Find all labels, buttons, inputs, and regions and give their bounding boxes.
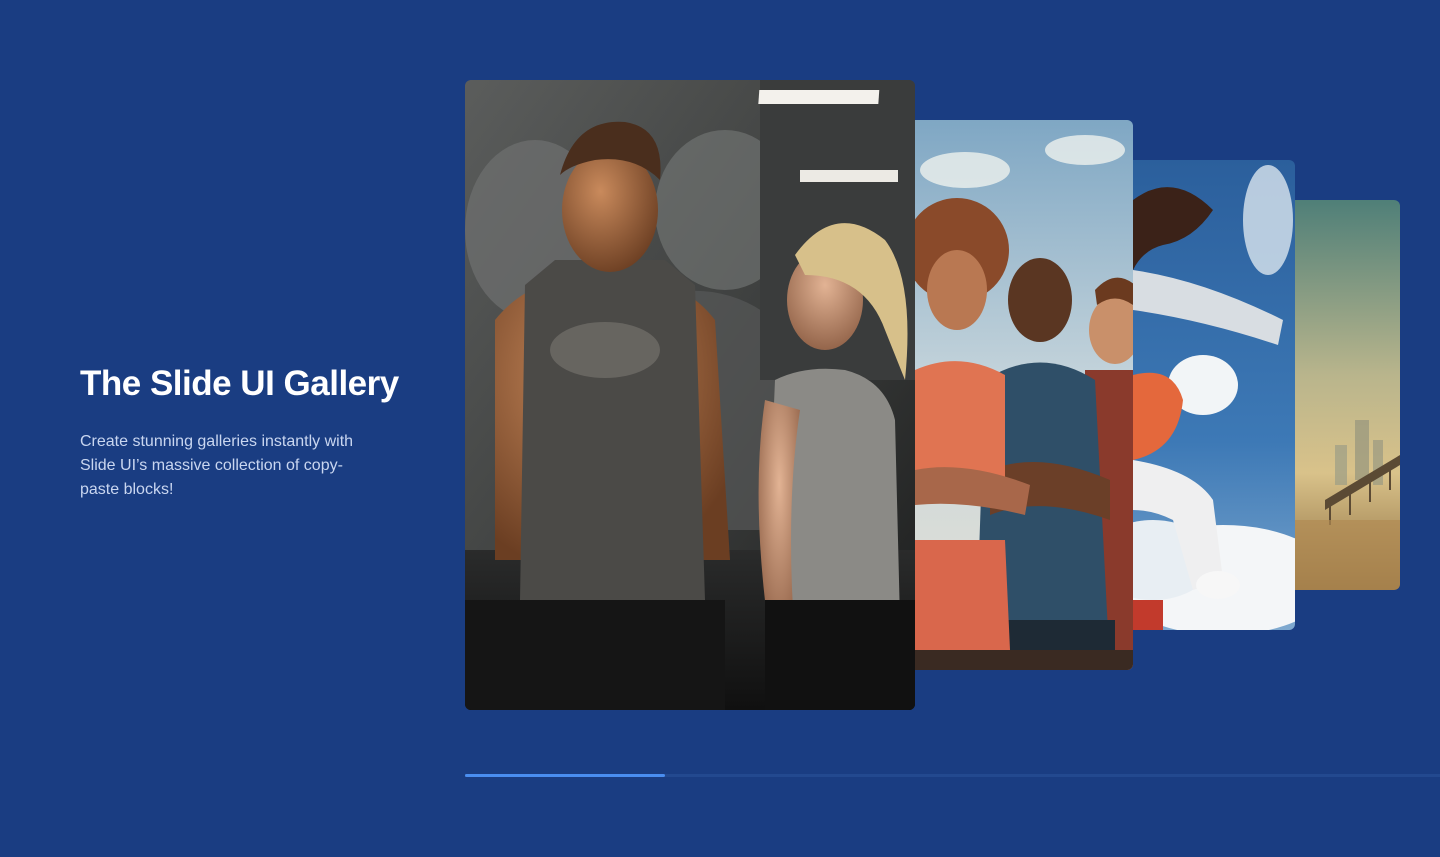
intro-section: The Slide UI Gallery Create stunning gal… xyxy=(80,362,420,502)
slide-athletes-group[interactable] xyxy=(915,120,1133,670)
gallery-page: The Slide UI Gallery Create stunning gal… xyxy=(0,0,1440,857)
slider-progress-track[interactable] xyxy=(465,774,1440,777)
slide-city-bridge[interactable] xyxy=(1295,200,1400,590)
slide-gym-couple[interactable] xyxy=(465,80,915,710)
city-bridge-sunset-photo xyxy=(1295,200,1400,590)
slider-progress-fill xyxy=(465,774,665,777)
jumping-athlete-sky-photo xyxy=(1133,160,1295,630)
page-description: Create stunning galleries instantly with… xyxy=(80,433,354,498)
slide-jumping-athlete[interactable] xyxy=(1133,160,1295,630)
athletes-group-photo xyxy=(915,120,1133,670)
page-title: The Slide UI Gallery xyxy=(80,364,399,403)
gym-couple-photo xyxy=(465,80,915,710)
